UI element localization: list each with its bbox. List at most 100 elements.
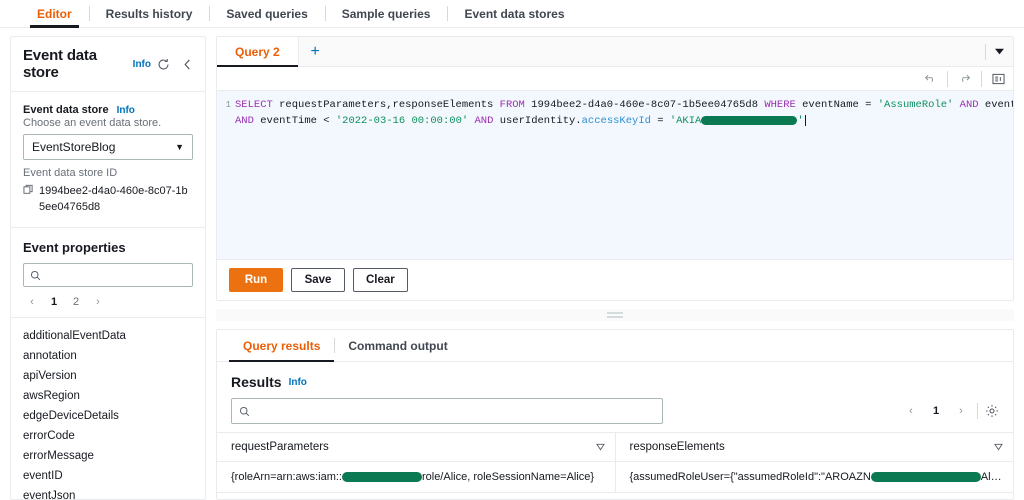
property-item[interactable]: annotation xyxy=(11,346,205,366)
pagination-page-2[interactable]: 2 xyxy=(67,293,85,311)
add-query-tab-button[interactable]: + xyxy=(297,37,332,66)
pagination-next-icon[interactable]: › xyxy=(89,293,107,311)
results-search[interactable] xyxy=(231,398,663,424)
property-item[interactable]: awsRegion xyxy=(11,386,205,406)
page-body: Event data store Info Event data store I xyxy=(0,28,1024,500)
code-line-2-text: AND eventTime < '2022-03-16 00:00:00' AN… xyxy=(235,114,806,127)
event-properties-search[interactable] xyxy=(23,263,193,287)
code-line-1: 1 SELECT requestParameters,responseEleme… xyxy=(217,97,1013,113)
results-table: requestParameters responseElements {role… xyxy=(217,432,1013,493)
table-row[interactable]: {roleArn=arn:aws:iam:: role/Alice, roleSe… xyxy=(217,461,1013,493)
event-data-store-sidebar: Event data store Info Event data store I xyxy=(10,36,206,500)
tab-sample-queries[interactable]: Sample queries xyxy=(324,0,448,27)
panel-splitter[interactable] xyxy=(216,309,1014,321)
editor-empty-space[interactable] xyxy=(217,129,1013,259)
results-title: Results xyxy=(231,374,282,390)
property-item[interactable]: edgeDeviceDetails xyxy=(11,406,205,426)
tab-saved-queries[interactable]: Saved queries xyxy=(209,0,324,27)
code-line-1-text: SELECT requestParameters,responseElement… xyxy=(235,99,1013,111)
format-icon[interactable] xyxy=(992,73,1005,85)
property-item[interactable]: eventJson xyxy=(11,486,205,499)
run-button[interactable]: Run xyxy=(229,268,283,292)
results-pagination-next-icon[interactable]: › xyxy=(952,402,970,420)
query-tab-bar: Query 2 + xyxy=(217,37,1013,67)
property-item[interactable]: additionalEventData xyxy=(11,326,205,346)
property-item[interactable]: eventID xyxy=(11,466,205,486)
caret-down-icon[interactable] xyxy=(994,47,1005,56)
sql-code-editor[interactable]: 1 SELECT requestParameters,responseEleme… xyxy=(217,91,1013,259)
table-header-row: requestParameters responseElements xyxy=(217,432,1013,462)
query-editor-panel: Query 2 + 1 SELECT requestParameters,res… xyxy=(216,36,1014,301)
tab-event-data-stores-label: Event data stores xyxy=(464,6,565,21)
redaction-bar xyxy=(870,472,981,483)
save-button[interactable]: Save xyxy=(291,268,345,292)
results-tab-bar: Query results Command output xyxy=(217,330,1013,362)
sort-icon[interactable] xyxy=(994,443,1003,451)
redaction-bar xyxy=(341,472,422,483)
event-properties-title: Event properties xyxy=(23,240,126,255)
refresh-icon[interactable] xyxy=(157,58,170,71)
divider xyxy=(977,403,978,419)
redaction-bar xyxy=(701,115,798,125)
event-properties-header: Event properties ‹ 1 2 › xyxy=(11,228,205,317)
cell-response-elements: {assumedRoleUser={"assumedRoleId":"AROAZ… xyxy=(615,461,1013,493)
column-header-label: requestParameters xyxy=(231,441,329,453)
event-properties-pagination: ‹ 1 2 › xyxy=(23,293,193,311)
undo-icon[interactable] xyxy=(924,73,937,84)
tab-sample-queries-label: Sample queries xyxy=(341,6,431,21)
tab-saved-queries-label: Saved queries xyxy=(226,6,308,21)
main-tab-bar: Editor Results history Saved queries Sam… xyxy=(0,0,1024,28)
cell-text-post: role/Alice, roleSessionName=Alice} xyxy=(421,471,595,483)
results-pagination-prev-icon[interactable]: ‹ xyxy=(902,402,920,420)
query-tab-query-2[interactable]: Query 2 xyxy=(217,37,298,67)
results-panel: Query results Command output Results Inf… xyxy=(216,329,1014,500)
tab-command-output[interactable]: Command output xyxy=(334,330,461,361)
tab-event-data-stores[interactable]: Event data stores xyxy=(447,0,581,27)
store-field-label: Event data store xyxy=(23,104,109,116)
tab-results-history-label: Results history xyxy=(105,6,193,21)
results-search-input[interactable] xyxy=(256,404,655,418)
search-icon xyxy=(239,406,250,417)
store-field-description: Choose an event data store. xyxy=(23,117,162,129)
line-number-blank xyxy=(217,113,235,129)
event-data-store-select[interactable]: EventStoreBlog ▼ xyxy=(23,134,193,160)
property-item[interactable]: errorCode xyxy=(11,426,205,446)
tab-results-history[interactable]: Results history xyxy=(88,0,210,27)
store-id-label: Event data store ID xyxy=(23,167,118,179)
results-info-link[interactable]: Info xyxy=(289,377,307,388)
sidebar-header: Event data store Info xyxy=(11,37,205,92)
code-line-2: AND eventTime < '2022-03-16 00:00:00' AN… xyxy=(217,113,1013,129)
pagination-prev-icon[interactable]: ‹ xyxy=(23,293,41,311)
sort-icon[interactable] xyxy=(595,443,605,451)
cell-text-mid: Alice","arn":"arn:aws:sts:: xyxy=(980,471,1013,483)
search-icon xyxy=(30,270,41,281)
tab-query-results-label: Query results xyxy=(243,338,321,353)
redo-icon[interactable] xyxy=(958,73,971,84)
results-pagination-current[interactable]: 1 xyxy=(927,402,945,420)
gear-icon[interactable] xyxy=(985,404,999,418)
copy-icon[interactable] xyxy=(23,184,34,215)
drag-handle-icon xyxy=(607,312,623,318)
editor-toolbar xyxy=(217,67,1013,91)
clear-button[interactable]: Clear xyxy=(353,268,408,292)
chevron-left-icon[interactable] xyxy=(182,58,193,71)
pagination-page-1[interactable]: 1 xyxy=(45,293,63,311)
property-item[interactable]: errorMessage xyxy=(11,446,205,466)
chevron-down-icon: ▼ xyxy=(175,142,184,152)
column-header-response-elements[interactable]: responseElements xyxy=(615,432,1013,462)
sidebar-title: Event data store xyxy=(23,47,97,81)
sidebar-info-link[interactable]: Info xyxy=(133,59,151,70)
cell-request-parameters: {roleArn=arn:aws:iam:: role/Alice, roleSe… xyxy=(217,461,616,493)
event-properties-list: additionalEventData annotation apiVersio… xyxy=(11,317,205,499)
tab-editor[interactable]: Editor xyxy=(20,0,89,28)
property-item[interactable]: apiVersion xyxy=(11,366,205,386)
event-data-store-select-value: EventStoreBlog xyxy=(32,140,116,154)
tab-query-results[interactable]: Query results xyxy=(229,330,335,362)
store-field-info-link[interactable]: Info xyxy=(117,105,135,116)
divider xyxy=(985,43,986,60)
column-header-label: responseElements xyxy=(629,441,725,453)
column-header-request-parameters[interactable]: requestParameters xyxy=(217,432,616,462)
line-number: 1 xyxy=(225,100,231,110)
event-data-store-selector-section: Event data store Info Choose an event da… xyxy=(11,92,205,228)
event-properties-search-input[interactable] xyxy=(46,268,192,282)
